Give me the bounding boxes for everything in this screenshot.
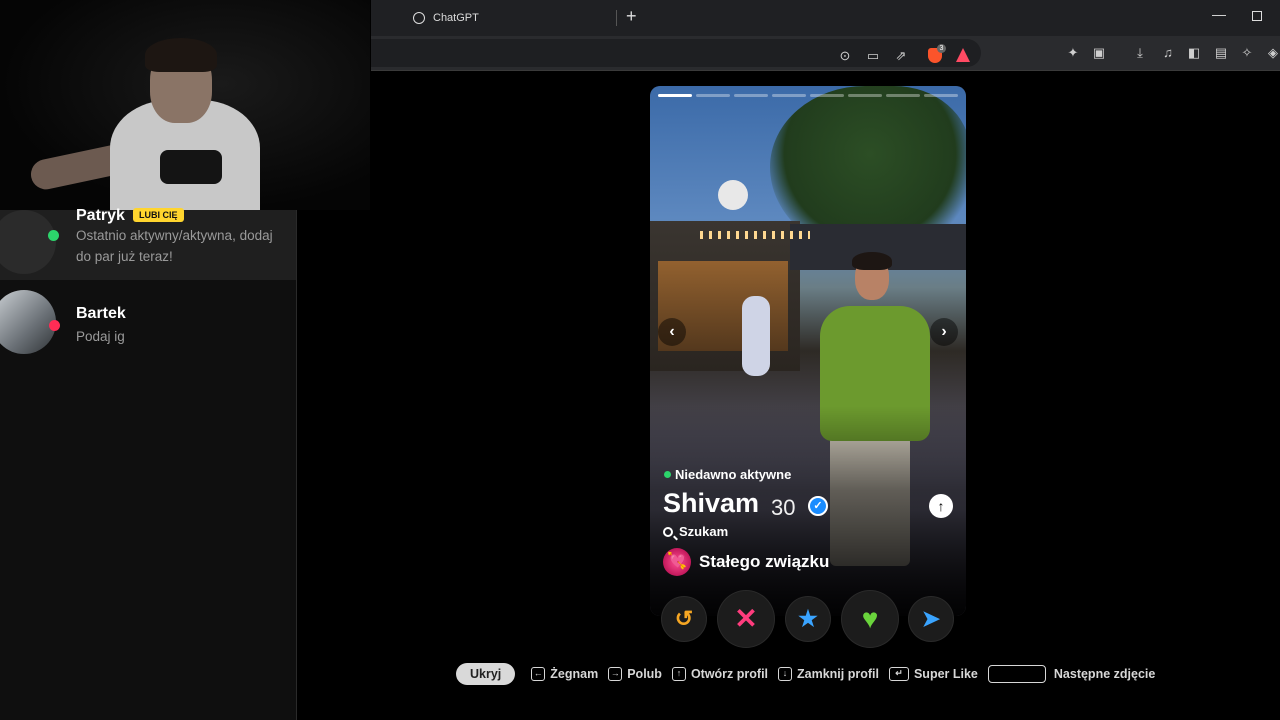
match-list: Patryk LUBI CIĘ Ostatnio aktywny/aktywna… [0, 207, 297, 720]
enter-key-icon: ↵ [888, 667, 909, 681]
tab-title: ChatGPT [433, 12, 479, 24]
vpn-icon[interactable]: ◈ [1265, 45, 1280, 61]
wallet-icon[interactable]: ▤ [1213, 45, 1229, 61]
search-icon [663, 526, 673, 537]
looking-for: Szukam [663, 524, 728, 539]
like-button[interactable]: ♥ [842, 591, 898, 647]
open-profile-icon[interactable]: ↑ [929, 494, 953, 518]
match-message: Ostatnio aktywny/aktywna, dodaj do par j… [76, 228, 273, 264]
left-arrow-key-icon: ← [531, 667, 546, 681]
match-name: Bartek [76, 305, 126, 322]
shortcut-like: → Polub [608, 667, 662, 681]
download-icon[interactable]: ⤓ [1132, 45, 1148, 61]
shortcut-label: Następne zdjęcie [1053, 667, 1156, 681]
looking-for-label: Szukam [679, 524, 729, 539]
unread-dot [49, 320, 60, 331]
media-icon[interactable]: ♫ [1160, 45, 1176, 61]
person-hair [852, 252, 892, 270]
right-arrow-key-icon: → [608, 667, 623, 681]
sidebar-toggle-icon[interactable]: ◧ [1186, 45, 1202, 61]
photo-progress-segment [772, 94, 806, 97]
photo-progress-bar [658, 94, 958, 97]
share-icon[interactable]: ⇗ [893, 48, 909, 64]
relationship-goal-text: Stałego związku [699, 552, 830, 571]
keyboard-shortcuts-bar: Ukryj ← Żegnam → Polub ↑ Otwórz profil ↓… [456, 662, 1165, 686]
next-photo-icon[interactable]: › [930, 318, 958, 346]
match-item-patryk[interactable]: Patryk LUBI CIĘ Ostatnio aktywny/aktywna… [0, 207, 296, 280]
match-name: Patryk [76, 207, 125, 224]
address-bar[interactable]: ⊙ ▭ ⇗ 3 [371, 39, 981, 67]
online-status-dot [48, 230, 59, 241]
chatgpt-favicon-icon [413, 12, 425, 24]
shields-count-badge: 3 [937, 44, 946, 53]
minimize-button[interactable]: — [1212, 6, 1226, 22]
photo-progress-segment [924, 94, 958, 97]
photo-progress-segment [848, 94, 882, 97]
photo-progress-segment [696, 94, 730, 97]
shortcut-open-profile: ↑ Otwórz profil [671, 667, 769, 681]
hide-shortcuts-button[interactable]: Ukryj [456, 663, 516, 685]
shortcut-label: Żegnam [550, 667, 599, 681]
location-icon[interactable]: ⊙ [837, 48, 853, 64]
super-like-button[interactable]: ★ [786, 597, 830, 641]
browser-tab-bar: ChatGPT + [371, 0, 1280, 36]
match-item-bartek[interactable]: Bartek Podaj ig [0, 290, 296, 360]
restore-button[interactable] [1252, 11, 1262, 21]
likes-you-badge: LUBI CIĘ [133, 208, 184, 222]
shortcut-next-photo: Następne zdjęcie [987, 665, 1156, 683]
previous-photo-icon[interactable]: ‹ [658, 318, 686, 346]
heart-arrow-icon: 💘 [663, 548, 691, 576]
photo-progress-segment [810, 94, 844, 97]
microphone [160, 150, 222, 184]
photo-progress-segment [886, 94, 920, 97]
down-arrow-key-icon: ↓ [778, 667, 793, 681]
activity-status-text: Niedawno aktywne [675, 467, 792, 482]
avatar [0, 290, 56, 354]
shortcut-label: Super Like [913, 667, 978, 681]
shortcut-nope: ← Żegnam [531, 667, 598, 681]
verified-badge-icon: ✓ [808, 496, 828, 516]
cast-icon[interactable]: ▭ [865, 48, 881, 64]
extensions-icon[interactable]: ✦ [1065, 45, 1081, 61]
reader-icon[interactable]: ▣ [1091, 45, 1107, 61]
shortcut-super-like: ↵ Super Like [888, 667, 978, 681]
profile-card[interactable]: ‹ › Niedawno aktywne Shivam 30 ✓ ↑ Szuka… [650, 86, 966, 616]
shortcut-close-profile: ↓ Zamknij profil [778, 667, 879, 681]
avatar [0, 210, 56, 274]
profile-age: 30 [771, 495, 796, 520]
rewind-button[interactable]: ↺ [662, 597, 706, 641]
new-tab-button[interactable]: + [626, 6, 637, 27]
photo-round-sign [718, 180, 748, 210]
webcam-overlay [0, 0, 370, 210]
nope-button[interactable]: ✕ [718, 591, 774, 647]
space-key-icon [987, 665, 1046, 683]
shortcut-label: Polub [627, 667, 662, 681]
boost-button[interactable]: ➤ [909, 597, 953, 641]
tab-separator [616, 10, 617, 26]
webcam-hair [145, 38, 217, 72]
browser-toolbar: ⊙ ▭ ⇗ 3 ✦ ▣ ⤓ ♫ ◧ ▤ ✧ ◈ [371, 36, 1280, 71]
activity-status: Niedawno aktywne [664, 467, 791, 482]
shortcut-label: Otwórz profil [690, 667, 769, 681]
profile-name: Shivam [663, 488, 760, 518]
photo-string-lights [700, 231, 810, 239]
shortcut-label: Zamknij profil [797, 667, 879, 681]
up-arrow-key-icon: ↑ [671, 667, 686, 681]
tab-chatgpt[interactable]: ChatGPT [401, 0, 616, 36]
leo-ai-icon[interactable]: ✧ [1239, 45, 1255, 61]
relationship-goal: 💘 Stałego związku [663, 548, 829, 576]
match-message: Podaj ig [76, 329, 125, 344]
active-dot-icon [664, 471, 671, 478]
photo-progress-segment [658, 94, 692, 97]
photo-passerby [742, 296, 770, 376]
brave-rewards-icon[interactable] [956, 48, 970, 62]
photo-progress-segment [734, 94, 768, 97]
